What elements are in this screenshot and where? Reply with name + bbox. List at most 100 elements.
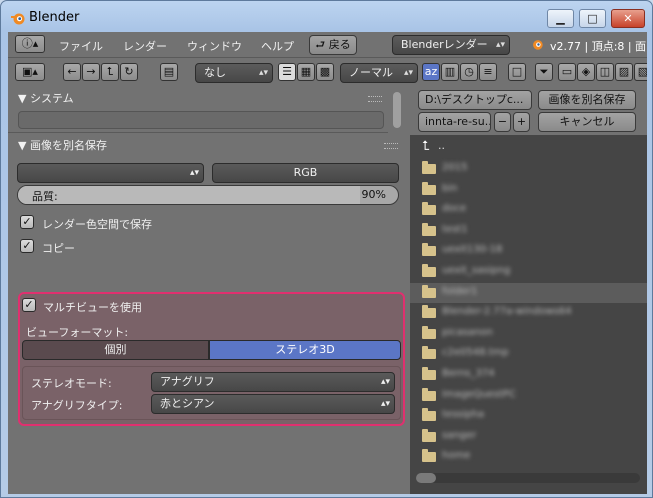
filter-image-icon[interactable]: ▨ <box>615 63 633 81</box>
refresh-button[interactable]: ↻ <box>120 63 138 81</box>
panel-scrollbar[interactable] <box>393 92 401 128</box>
directory-path-field[interactable]: D:\デスクトップc... <box>418 90 532 110</box>
file-list-item[interactable]: bin <box>410 180 647 200</box>
file-list-item[interactable]: picasanon <box>410 324 647 344</box>
menu-render[interactable]: レンダー <box>123 38 167 54</box>
folder-icon <box>422 202 436 216</box>
menu-window[interactable]: ウィンドウ <box>187 38 242 54</box>
file-list-item[interactable]: Blender-2.77a-windows64 <box>410 303 647 323</box>
new-folder-icon[interactable]: ▤ <box>160 63 178 81</box>
filter-icon[interactable]: ⏷ <box>535 63 553 81</box>
minimize-button[interactable]: ▁ <box>547 9 574 28</box>
back-button[interactable]: ⮐ 戻る <box>309 35 357 55</box>
maximize-button[interactable]: □ <box>579 9 606 28</box>
panel-grip-icon[interactable] <box>384 143 398 149</box>
save-panel-title[interactable]: ▼ 画像を別名保存 <box>18 137 107 153</box>
file-list-item[interactable]: Berns_374 <box>410 365 647 385</box>
use-multiview-checkbox[interactable]: ✓ <box>22 298 36 312</box>
stereo-mode-select[interactable]: アナグリフ ▴▾ <box>151 372 395 392</box>
detail-view-icon[interactable]: ▦ <box>297 63 315 81</box>
sort-size-icon[interactable]: ≡ <box>479 63 497 81</box>
stereo-mode-value: アナグリフ <box>160 375 215 388</box>
window-frame: Blender ▁ □ ✕ ⓘ▴ ファイル レンダー ウィンドウ ヘルプ ⮐ 戻… <box>0 0 653 498</box>
thumbnail-view-icon[interactable]: ▩ <box>316 63 334 81</box>
hide-dot-files-icon[interactable]: □ <box>508 63 526 81</box>
forward-nav-button[interactable]: → <box>82 63 100 81</box>
parent-arrow-icon: ⮤ <box>422 139 430 154</box>
menu-help[interactable]: ヘルプ <box>261 38 294 54</box>
path-row: D:\デスクトップc... 画像を別名保存 innta-re-su... − +… <box>410 87 647 135</box>
color-mode-rgb-button[interactable]: RGB <box>212 163 399 183</box>
back-button-label: 戻る <box>328 38 351 51</box>
back-nav-button[interactable]: ← <box>63 63 81 81</box>
horizontal-scrollbar-track[interactable] <box>416 473 640 483</box>
save-as-image-button[interactable]: 画像を別名保存 <box>538 90 636 110</box>
tab-stereo-3d[interactable]: ステレオ3D <box>209 340 401 360</box>
copy-label: コピー <box>42 242 75 255</box>
display-select-value: なし <box>204 66 226 79</box>
chevron-updown-icon: ▴▾ <box>495 40 505 50</box>
menu-file[interactable]: ファイル <box>59 38 103 54</box>
cancel-button[interactable]: キャンセル <box>538 112 636 132</box>
file-list-item[interactable]: 2015 <box>410 159 647 179</box>
copy-checkbox[interactable]: ✓ <box>20 239 34 253</box>
filter-movie-icon[interactable]: ▧ <box>634 63 647 81</box>
file-name: tessipha <box>442 409 485 421</box>
sort-select[interactable]: ノーマル ▴▾ <box>340 63 418 83</box>
file-list-item[interactable]: uexit_sasipng <box>410 262 647 282</box>
sort-time-icon[interactable]: ◷ <box>460 63 478 81</box>
left-panels: ▼ システム ▼ 画像を別名保存 ▴▾ RGB 品質: 90% ✓ レンダー色空… <box>8 87 408 494</box>
sort-extension-icon[interactable]: ▥ <box>441 63 459 81</box>
file-name: picasanon <box>442 326 493 338</box>
folder-icon <box>422 243 436 257</box>
folder-icon <box>422 387 436 401</box>
file-list-item[interactable]: ImageQuestPC <box>410 386 647 406</box>
file-list-item[interactable]: test1 <box>410 221 647 241</box>
file-list-item[interactable]: c2e0548.tmp <box>410 344 647 364</box>
file-name: c2e0548.tmp <box>442 347 509 359</box>
filebrowser-header: ▣▴ ← → ⮤ ↻ ▤ なし ▴▾ ☰ ▦ ▩ ノーマル ▴▾ az ▥ ◷ ≡ … <box>8 59 647 87</box>
file-list-item[interactable]: uexit130-18 <box>410 241 647 261</box>
render-colorspace-checkbox[interactable]: ✓ <box>20 215 34 229</box>
close-button[interactable]: ✕ <box>611 9 645 28</box>
filename-field[interactable]: innta-re-su... <box>418 112 491 132</box>
filter-folder-icon[interactable]: ▭ <box>558 63 576 81</box>
file-format-select[interactable]: ▴▾ <box>17 163 204 183</box>
file-list-item[interactable]: folder1 <box>410 282 647 303</box>
file-list-item[interactable]: home <box>410 447 647 467</box>
filter-blend-icon[interactable]: ◈ <box>577 63 595 81</box>
quality-slider-fill <box>18 186 360 204</box>
display-select[interactable]: なし ▴▾ <box>195 63 273 83</box>
list-view-icon[interactable]: ☰ <box>278 63 296 81</box>
editor-type-filebrowser-icon[interactable]: ▣▴ <box>15 63 45 81</box>
views-format-label: ビューフォーマット: <box>26 326 129 339</box>
tab-individual[interactable]: 個別 <box>22 340 209 360</box>
parent-directory-row[interactable]: ⮤ .. <box>410 137 647 157</box>
filter-backup-icon[interactable]: ◫ <box>596 63 614 81</box>
sort-select-value: ノーマル <box>349 66 393 79</box>
panel-grip-icon[interactable] <box>368 96 382 102</box>
chevron-updown-icon: ▴▾ <box>189 168 199 178</box>
file-list-item[interactable]: tessipha <box>410 406 647 426</box>
folder-icon <box>422 264 436 277</box>
quality-slider[interactable]: 品質: 90% <box>17 185 399 205</box>
stereo-mode-label: ステレオモード: <box>31 377 112 390</box>
file-name: Berns_374 <box>442 368 495 379</box>
quality-value: 90% <box>361 188 386 201</box>
sort-alpha-icon[interactable]: az <box>422 63 440 81</box>
parent-dir-button[interactable]: ⮤ <box>101 63 119 81</box>
system-panel-title[interactable]: ▼ システム <box>18 90 74 106</box>
render-engine-select[interactable]: Blenderレンダー ▴▾ <box>392 35 510 55</box>
file-list-item[interactable]: sanger <box>410 427 647 447</box>
increment-filename-button[interactable]: + <box>513 112 530 132</box>
decrement-filename-button[interactable]: − <box>494 112 511 132</box>
file-list-item[interactable]: doce <box>410 200 647 220</box>
folder-icon <box>422 449 436 463</box>
anaglyph-type-select[interactable]: 赤とシアン ▴▾ <box>151 394 395 414</box>
file-name: uexit_sasipng <box>442 265 511 276</box>
panel-divider <box>8 132 388 133</box>
folder-icon <box>422 367 436 380</box>
folder-icon <box>422 181 436 195</box>
horizontal-scrollbar-thumb[interactable] <box>416 473 436 483</box>
editor-type-info-icon[interactable]: ⓘ▴ <box>15 35 45 53</box>
